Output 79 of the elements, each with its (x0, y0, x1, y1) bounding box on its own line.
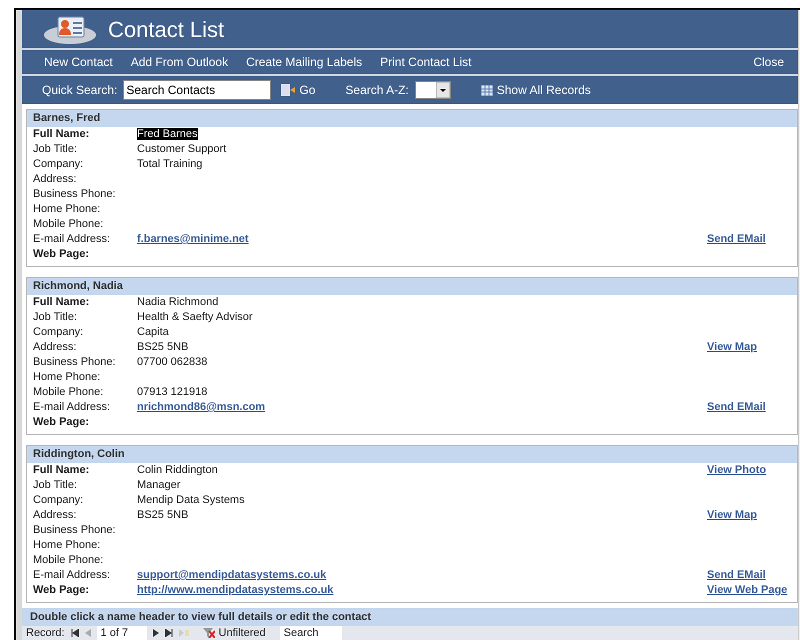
menu-item[interactable]: New Contact (44, 53, 113, 71)
menu-item[interactable]: Print Contact List (380, 53, 472, 71)
field-value: Health & Saefty Advisor (137, 311, 253, 323)
field-label: Address: (33, 508, 78, 523)
field-value: 07700 062838 (137, 356, 208, 368)
field-label: Web Page: (33, 583, 90, 598)
menu-item[interactable]: Create Mailing Labels (246, 53, 362, 71)
field-label: Web Page: (33, 247, 90, 262)
action-link[interactable]: Send EMail (707, 400, 766, 415)
show-all-records-button[interactable]: Show All Records (480, 81, 591, 99)
field-label: Business Phone: (33, 523, 117, 538)
field-label: Full Name: (33, 463, 90, 478)
field-link[interactable]: f.barnes@minime.net (137, 233, 249, 245)
field-label: Company: (33, 157, 84, 172)
window-title: Contact List (108, 16, 224, 44)
field-label: Web Page: (33, 415, 90, 430)
action-link[interactable]: View Map (707, 508, 757, 523)
field-label: Job Title: (33, 478, 78, 493)
field-label: Mobile Phone: (33, 217, 104, 232)
field-label: Address: (33, 340, 78, 355)
record-name-header[interactable]: Richmond, Nadia (27, 278, 797, 295)
quick-search-label: Quick Search: (42, 82, 118, 99)
field-label: Full Name: (33, 295, 90, 310)
field-value: 07913 121918 (137, 386, 208, 398)
record-name-header[interactable]: Riddington, Colin (27, 446, 797, 463)
record-label: Record: (26, 626, 65, 640)
field-value: Nadia Richmond (137, 296, 218, 308)
field-label: E-mail Address: (33, 568, 112, 583)
action-link[interactable]: View Web Page (707, 583, 788, 598)
search-az-label: Search A-Z: (345, 82, 409, 99)
field-link[interactable]: support@mendipdatasystems.co.uk (137, 569, 326, 581)
action-link[interactable]: View Photo (707, 463, 766, 478)
field-label: Business Phone: (33, 187, 117, 202)
field-link[interactable]: http://www.mendipdatasystems.co.uk (137, 584, 334, 596)
az-dropdown[interactable] (414, 81, 451, 99)
go-button[interactable]: Go (281, 81, 316, 99)
field-label: Mobile Phone: (33, 553, 104, 568)
filter-icon (202, 628, 215, 638)
search-field[interactable]: Search Contacts (123, 80, 272, 100)
action-link[interactable]: View Map (707, 340, 757, 355)
grid-icon (480, 84, 493, 96)
field-label: Company: (33, 325, 84, 340)
field-label: Job Title: (33, 142, 78, 157)
action-link[interactable]: Send EMail (707, 232, 766, 247)
field-value: Manager (137, 479, 180, 491)
field-label: E-mail Address: (33, 232, 112, 247)
dropdown-arrow-icon (436, 82, 450, 98)
scrollbar[interactable] (798, 10, 800, 640)
next-record-icon[interactable] (152, 629, 159, 637)
field-value: Total Training (137, 158, 202, 170)
field-label: Home Phone: (33, 538, 102, 553)
field-label: Address: (33, 172, 78, 187)
field-label: Business Phone: (33, 355, 117, 370)
field-value: Customer Support (137, 143, 226, 155)
field-value: Mendip Data Systems (137, 494, 245, 506)
hint-bar: Double click a name header to view full details or edit the contact (22, 608, 798, 626)
document-arrow-icon (281, 84, 296, 96)
action-link[interactable]: Send EMail (707, 568, 766, 583)
menu-item[interactable]: Add From Outlook (130, 53, 228, 71)
menu-item[interactable]: Close (753, 53, 784, 71)
field-value: Capita (137, 326, 169, 338)
field-label: Company: (33, 493, 84, 508)
field-label: E-mail Address: (33, 400, 112, 415)
field-value: Colin Riddington (137, 464, 218, 476)
field-value: BS25 5NB (137, 509, 188, 521)
field-label: Job Title: (33, 310, 78, 325)
field-value: Fred Barnes (137, 128, 198, 140)
field-label: Home Phone: (33, 202, 102, 217)
field-value: BS25 5NB (137, 341, 188, 353)
field-link[interactable]: nrichmond86@msn.com (137, 401, 266, 413)
record-position-field[interactable]: 1 of 7 (96, 626, 147, 640)
last-record-icon[interactable] (164, 629, 173, 637)
field-label: Mobile Phone: (33, 385, 104, 400)
navigation-search-field[interactable]: Search (280, 626, 342, 640)
field-label: Full Name: (33, 127, 90, 142)
record-name-header[interactable]: Barnes, Fred (27, 110, 797, 127)
filter-button[interactable]: Unfiltered (202, 626, 266, 640)
first-record-icon[interactable] (70, 629, 79, 637)
field-label: Home Phone: (33, 370, 102, 385)
